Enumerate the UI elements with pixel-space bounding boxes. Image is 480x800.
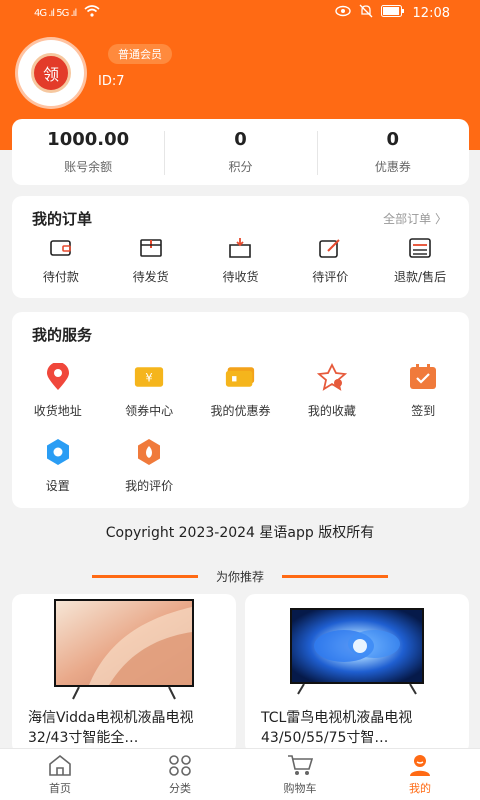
eye-icon bbox=[334, 5, 351, 21]
cart-icon bbox=[287, 753, 313, 777]
tab-label: 分类 bbox=[169, 782, 191, 795]
order-refund-aftersale[interactable]: 退款/售后 bbox=[380, 236, 460, 285]
product-card[interactable]: TCL雷鸟电视机液晶电视43/50/55/75寸智… bbox=[245, 594, 469, 754]
tab-cart[interactable]: 购物车 bbox=[240, 749, 360, 800]
stat-label: 积分 bbox=[228, 160, 253, 174]
member-level-badge: 普通会员 bbox=[108, 44, 172, 64]
box-receive-icon bbox=[227, 236, 253, 260]
signal-indicator: 4G .ıl 5G .ıl bbox=[34, 7, 77, 19]
list-icon bbox=[407, 236, 433, 260]
my-services-card: 我的服务 收货地址 ¥ 领券中心 我的优惠券 我的收藏 签到 设置 我的评价 bbox=[12, 312, 469, 508]
order-pending-payment[interactable]: 待付款 bbox=[21, 236, 101, 285]
home-icon bbox=[47, 753, 73, 777]
mute-bell-icon bbox=[359, 4, 373, 22]
status-bar: 4G .ıl 5G .ıl 12:08 bbox=[0, 0, 480, 26]
order-pending-review[interactable]: 待评价 bbox=[290, 236, 370, 285]
stat-points[interactable]: 0 积分 bbox=[164, 119, 316, 185]
review-icon bbox=[134, 437, 164, 467]
user-icon bbox=[407, 753, 433, 777]
recommend-title: 为你推荐 bbox=[215, 570, 264, 584]
product-image bbox=[12, 594, 236, 706]
tab-label: 购物车 bbox=[283, 782, 317, 795]
stat-balance[interactable]: 1000.00 账号余额 bbox=[12, 119, 164, 185]
coupon-icon bbox=[225, 362, 255, 392]
tab-label: 首页 bbox=[49, 782, 71, 795]
edit-icon bbox=[317, 236, 343, 260]
bottom-tab-bar: 首页 分类 购物车 我的 bbox=[0, 748, 480, 800]
user-id: ID:7 bbox=[98, 74, 125, 89]
service-label: 签到 bbox=[411, 404, 436, 418]
location-pin-icon bbox=[43, 362, 73, 392]
tab-category[interactable]: 分类 bbox=[120, 749, 240, 800]
category-icon bbox=[167, 753, 193, 777]
calendar-icon bbox=[408, 362, 438, 392]
service-coupon-center[interactable]: ¥ 领券中心 bbox=[103, 362, 194, 419]
stat-value: 0 bbox=[386, 129, 400, 150]
order-label: 待收货 bbox=[222, 270, 259, 284]
service-label: 领券中心 bbox=[125, 404, 174, 418]
order-label: 待评价 bbox=[312, 270, 349, 284]
service-my-reviews[interactable]: 我的评价 bbox=[103, 437, 194, 494]
tab-mine[interactable]: 我的 bbox=[360, 749, 480, 800]
service-settings[interactable]: 设置 bbox=[12, 437, 103, 494]
product-name: 海信Vidda电视机液晶电视32/43寸智能全… bbox=[28, 710, 194, 746]
stat-value: 1000.00 bbox=[47, 129, 130, 150]
service-label: 我的收藏 bbox=[307, 404, 356, 418]
all-orders-link[interactable]: 全部订单 〉 bbox=[383, 210, 447, 227]
order-label: 退款/售后 bbox=[394, 270, 447, 284]
service-label: 收货地址 bbox=[33, 404, 82, 418]
avatar-logo: 领 bbox=[31, 53, 71, 93]
stat-coupons[interactable]: 0 优惠券 bbox=[316, 119, 469, 185]
service-my-coupons[interactable]: 我的优惠券 bbox=[195, 362, 286, 419]
recommend-divider-right bbox=[282, 575, 388, 578]
tab-home[interactable]: 首页 bbox=[0, 749, 120, 800]
tab-label: 我的 bbox=[409, 782, 431, 795]
service-label: 我的评价 bbox=[125, 479, 174, 493]
product-card[interactable]: 海信Vidda电视机液晶电视32/43寸智能全… bbox=[12, 594, 236, 754]
stat-value: 0 bbox=[234, 129, 247, 150]
order-pending-receipt[interactable]: 待收货 bbox=[200, 236, 280, 285]
star-icon bbox=[316, 362, 347, 392]
order-label: 待发货 bbox=[132, 270, 169, 284]
stat-label: 优惠券 bbox=[374, 160, 411, 174]
order-label: 待付款 bbox=[42, 270, 79, 284]
ticket-icon: ¥ bbox=[134, 362, 164, 392]
service-address[interactable]: 收货地址 bbox=[12, 362, 103, 419]
avatar[interactable]: 领 bbox=[18, 40, 84, 106]
settings-icon bbox=[43, 437, 73, 467]
copyright-text: Copyright 2023-2024 星语app 版权所有 bbox=[105, 525, 375, 541]
clock-time: 12:08 bbox=[412, 5, 450, 21]
product-image bbox=[245, 594, 469, 706]
battery-icon bbox=[380, 5, 405, 21]
product-name: TCL雷鸟电视机液晶电视43/50/55/75寸智… bbox=[261, 710, 413, 746]
service-favorites[interactable]: 我的收藏 bbox=[286, 362, 377, 419]
svg-text:¥: ¥ bbox=[145, 370, 152, 384]
orders-title: 我的订单 bbox=[32, 210, 93, 228]
service-label: 我的优惠券 bbox=[210, 404, 271, 418]
service-checkin[interactable]: 签到 bbox=[378, 362, 469, 419]
services-title: 我的服务 bbox=[32, 326, 93, 344]
order-pending-shipment[interactable]: 待发货 bbox=[111, 236, 191, 285]
wifi-icon bbox=[84, 5, 100, 21]
my-orders-card: 我的订单 全部订单 〉 待付款 待发货 待收货 待评价 退款/售后 bbox=[12, 196, 469, 298]
service-label: 设置 bbox=[45, 479, 70, 493]
stat-label: 账号余额 bbox=[64, 160, 113, 174]
package-icon bbox=[138, 236, 164, 260]
account-stats-card: 1000.00 账号余额 0 积分 0 优惠券 bbox=[12, 119, 469, 185]
wallet-icon bbox=[48, 236, 74, 260]
